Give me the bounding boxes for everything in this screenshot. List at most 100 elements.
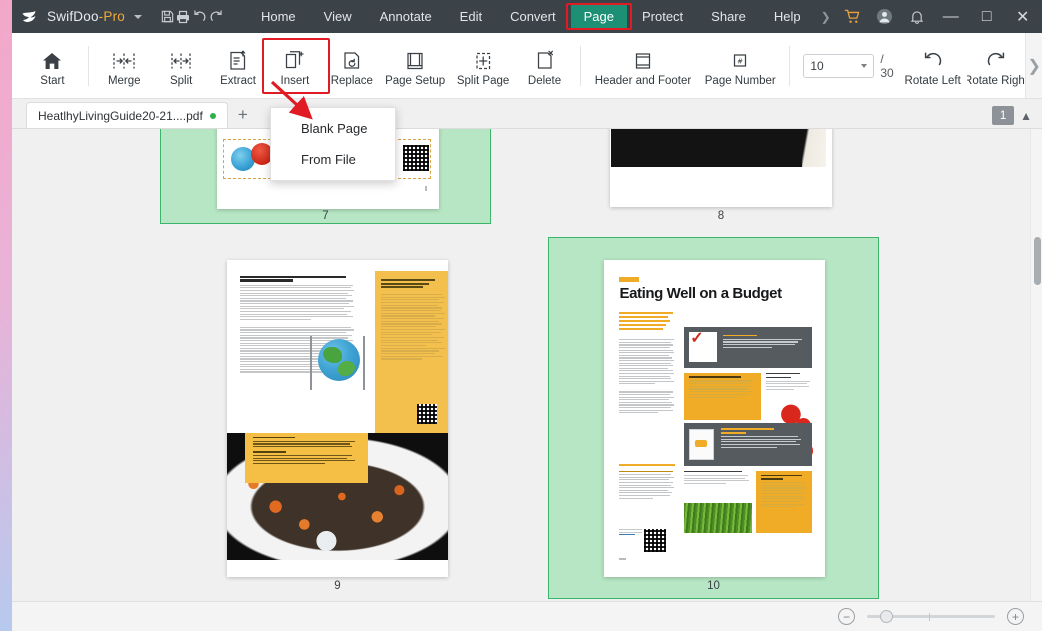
page10-folio-number — [619, 557, 627, 561]
divider — [87, 45, 89, 86]
ribbon-button-header-and-footer[interactable]: Header and Footer — [588, 33, 698, 98]
ribbon-label-merge: Merge — [107, 74, 141, 87]
redo-icon[interactable] — [208, 0, 225, 33]
thumbnail-page-10[interactable]: Eating Well on a Budget ✓ — [604, 260, 825, 577]
ribbon-button-replace[interactable]: Replace — [323, 33, 380, 98]
zoom-in-button[interactable]: + — [1007, 608, 1024, 625]
page10-note-divider — [619, 464, 675, 466]
page10-tip-shop-with-list — [756, 470, 812, 533]
zoom-out-button[interactable]: − — [838, 608, 855, 625]
page-ribbon-toolbar: Start Merge Split Extract Insert Replace… — [12, 33, 1042, 99]
page10-subtitle-lines — [619, 312, 674, 332]
zoom-slider[interactable] — [867, 610, 995, 623]
divider — [789, 45, 791, 86]
replace-page-icon — [341, 45, 363, 72]
ribbon-button-insert[interactable]: Insert — [262, 33, 331, 98]
account-icon[interactable] — [869, 0, 901, 33]
scrollbar-thumb[interactable] — [1033, 237, 1041, 285]
page10-body-column — [619, 339, 675, 415]
insert-page-icon — [283, 45, 306, 72]
ribbon-button-merge[interactable]: Merge — [96, 33, 153, 98]
page10-tip-satiating-foods — [683, 423, 812, 467]
ribbon-label-split: Split — [169, 74, 193, 87]
tab-view[interactable]: View — [311, 4, 365, 29]
document-tab-strip: HeatlhyLivingGuide20-21....pdf + 1 ▲ — [12, 99, 1042, 129]
page7-text-line — [425, 186, 427, 191]
home-icon — [41, 45, 63, 72]
ribbon-label-rotate-right: Rotate Right — [966, 74, 1026, 87]
svg-text:#: # — [737, 57, 743, 65]
thumbnail-number-9: 9 — [334, 580, 341, 592]
page10-affordability-note — [619, 470, 675, 500]
menu-item-blank-page[interactable]: Blank Page — [271, 113, 395, 144]
ribbon-button-rotate-right[interactable]: Rotate Right — [966, 33, 1026, 98]
divider — [579, 45, 581, 86]
thumbnail-page-9[interactable] — [227, 260, 448, 577]
ribbon-button-page-number[interactable]: # Page Number — [698, 33, 782, 98]
tab-page[interactable]: Page — [570, 4, 627, 29]
ribbon-button-split[interactable]: Split — [153, 33, 210, 98]
tab-annotate[interactable]: Annotate — [367, 4, 445, 29]
cart-icon[interactable] — [837, 0, 869, 33]
tab-share[interactable]: Share — [698, 4, 759, 29]
thumbnail-grid: 7 8 9 Eating Well on a Budget ✓ 10 — [12, 129, 1042, 601]
modified-indicator-dot — [209, 112, 216, 119]
insert-dropdown-menu[interactable]: Blank Page From File — [270, 107, 396, 181]
ribbon-label-page-setup: Page Setup — [385, 74, 446, 87]
print-icon[interactable] — [175, 0, 191, 33]
rotate-left-icon — [921, 45, 945, 72]
thumbnail-page-8[interactable] — [610, 129, 832, 207]
maximize-button[interactable]: □ — [969, 0, 1005, 33]
page10-gold-rule — [619, 277, 640, 283]
ribbon-label-rotate-left: Rotate Left — [904, 74, 961, 87]
undo-icon[interactable] — [191, 0, 208, 33]
page-navigator: 10 / 30 — [803, 52, 898, 80]
delete-page-icon — [534, 45, 556, 72]
page-number-icon: # — [729, 45, 751, 72]
page-setup-icon — [404, 45, 426, 72]
tab-protect[interactable]: Protect — [629, 4, 696, 29]
page-thumbnail-canvas[interactable]: 7 8 9 Eating Well on a Budget ✓ 10 — [12, 129, 1042, 601]
chevron-down-icon[interactable] — [861, 63, 868, 68]
tab-home[interactable]: Home — [248, 4, 309, 29]
ribbon-button-rotate-left[interactable]: Rotate Left — [899, 33, 967, 98]
tab-page-wrapper: Page — [565, 3, 632, 30]
thumbnail-number-10: 10 — [707, 580, 720, 592]
header-footer-icon — [632, 45, 654, 72]
close-button[interactable]: ✕ — [1005, 0, 1041, 33]
document-tab[interactable]: HeatlhyLivingGuide20-21....pdf — [26, 102, 228, 128]
vertical-scrollbar[interactable] — [1030, 129, 1042, 601]
thumbnail-number-8: 8 — [717, 210, 725, 222]
page9-qr-code — [417, 404, 437, 425]
bell-icon[interactable] — [901, 0, 933, 33]
ribbon-button-extract[interactable]: Extract — [210, 33, 267, 98]
ribbon-button-start[interactable]: Start — [24, 33, 81, 98]
page7-qr-code — [403, 145, 429, 171]
tab-help[interactable]: Help — [761, 4, 814, 29]
ribbon-button-delete[interactable]: Delete — [516, 33, 573, 98]
page-number-value: 10 — [810, 58, 824, 73]
ribbon-label-header-and-footer: Header and Footer — [594, 74, 692, 87]
page-number-input[interactable]: 10 — [803, 53, 875, 78]
ribbon-overflow-chevron-right-icon[interactable]: ❯ — [1025, 33, 1042, 98]
ribbon-button-split-page[interactable]: Split Page — [450, 33, 516, 98]
page9-globe-illustration — [317, 339, 360, 382]
new-tab-button[interactable]: + — [228, 102, 258, 128]
page9-fork-icon — [309, 336, 312, 390]
chevron-down-icon[interactable] — [133, 14, 142, 19]
minimize-button[interactable]: — — [933, 0, 969, 33]
app-brand[interactable]: SwifDoo-Pro — [12, 0, 146, 33]
tab-edit[interactable]: Edit — [447, 4, 495, 29]
page9-yellow-sidebar — [375, 271, 448, 452]
chevron-right-icon[interactable]: ❯ — [815, 10, 837, 24]
save-icon[interactable] — [160, 0, 175, 33]
menu-item-from-file[interactable]: From File — [271, 144, 395, 175]
extract-icon — [227, 45, 249, 72]
zoom-slider-handle[interactable] — [880, 610, 893, 623]
tab-convert[interactable]: Convert — [497, 4, 569, 29]
tabstrip-right-group: 1 ▲ — [992, 106, 1042, 128]
chevron-up-icon[interactable]: ▲ — [1020, 110, 1032, 122]
document-tab-label: HeatlhyLivingGuide20-21....pdf — [38, 108, 203, 123]
page10-tip-meatless-meals — [683, 372, 761, 421]
ribbon-button-page-setup[interactable]: Page Setup — [380, 33, 450, 98]
